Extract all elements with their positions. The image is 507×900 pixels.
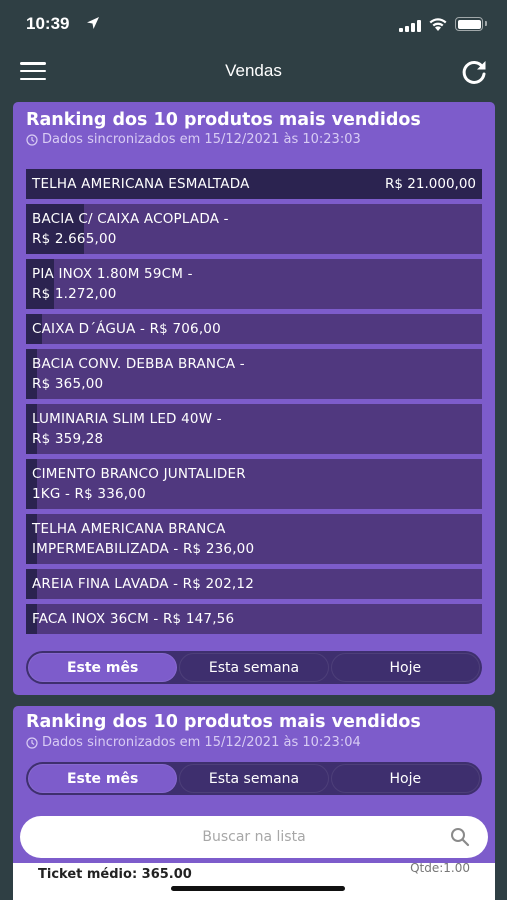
item-name: CAIXA D´ÁGUA - R$ 706,00 [32,321,221,337]
nav-bar: Vendas [0,50,507,96]
card-title: Ranking dos 10 produtos mais vendidos [26,110,421,130]
item-name: TELHA AMERICANA ESMALTADA [32,176,250,192]
ranking-card-list: Ranking dos 10 produtos mais vendidos Da… [13,706,495,900]
sync-info: Dados sincronizados em 15/12/2021 às 10:… [26,735,361,750]
status-bar: 10:39 [0,0,507,50]
cellular-signal-icon [399,19,421,32]
result-panel: Ticket médio: 365.00 Qtde:1.00 [13,861,495,900]
quantity-label: Qtde:1.00 [410,861,470,875]
tab-este-mes[interactable]: Este mês [28,764,178,793]
clock-icon [26,736,38,749]
item-price: R$ 365,00 [32,376,104,392]
ranking-card-top10: Ranking dos 10 produtos mais vendidos Da… [13,102,495,695]
tab-este-mes[interactable]: Este mês [28,653,178,682]
item-price: R$ 359,28 [32,431,104,447]
clock-icon [26,133,38,146]
item-price: R$ 21.000,00 [385,176,476,192]
item-price: 1KG - R$ 336,00 [32,486,146,502]
list-item[interactable]: TELHA AMERICANA BRANCA IMPERMEABILIZADA -… [26,514,482,564]
list-item[interactable]: LUMINARIA SLIM LED 40W - R$ 359,28 [26,404,482,454]
page-title: Vendas [225,61,282,80]
card-title: Ranking dos 10 produtos mais vendidos [26,712,421,732]
refresh-icon[interactable] [459,58,489,86]
sync-info: Dados sincronizados em 15/12/2021 às 10:… [26,132,361,147]
list-item[interactable]: BACIA C/ CAIXA ACOPLADA - R$ 2.665,00 [26,204,482,254]
list-item[interactable]: PIA INOX 1.80M 59CM - R$ 1.272,00 [26,259,482,309]
item-name: PIA INOX 1.80M 59CM - [32,266,193,282]
tab-hoje[interactable]: Hoje [330,764,480,793]
item-price: R$ 2.665,00 [32,231,117,247]
period-segmented-control: Este mês Esta semana Hoje [26,762,482,795]
search-input[interactable] [64,829,444,845]
search-bar [20,816,488,858]
item-name: BACIA C/ CAIXA ACOPLADA - [32,211,229,227]
item-name: LUMINARIA SLIM LED 40W - [32,411,222,427]
list-item[interactable]: CIMENTO BRANCO JUNTALIDER 1KG - R$ 336,00 [26,459,482,509]
item-price: R$ 1.272,00 [32,286,117,302]
status-time: 10:39 [26,14,70,33]
list-item[interactable]: TELHA AMERICANA ESMALTADA R$ 21.000,00 [26,169,482,199]
ticket-medio: Ticket médio: 365.00 [38,867,192,882]
tab-hoje[interactable]: Hoje [330,653,480,682]
battery-icon [455,17,487,31]
item-name: FACA INOX 36CM - R$ 147,56 [32,611,235,627]
ranking-list: TELHA AMERICANA ESMALTADA R$ 21.000,00 B… [26,169,482,639]
item-price: IMPERMEABILIZADA - R$ 236,00 [32,541,255,557]
tab-esta-semana[interactable]: Esta semana [179,764,329,793]
home-indicator[interactable] [171,886,345,891]
list-item[interactable]: CAIXA D´ÁGUA - R$ 706,00 [26,314,482,344]
period-segmented-control: Este mês Esta semana Hoje [26,651,482,684]
location-arrow-icon [87,17,99,29]
tab-esta-semana[interactable]: Esta semana [179,653,329,682]
sync-text: Dados sincronizados em 15/12/2021 às 10:… [42,735,361,750]
list-item[interactable]: FACA INOX 36CM - R$ 147,56 [26,604,482,634]
sync-text: Dados sincronizados em 15/12/2021 às 10:… [42,132,361,147]
item-name: AREIA FINA LAVADA - R$ 202,12 [32,576,254,592]
list-item[interactable]: AREIA FINA LAVADA - R$ 202,12 [26,569,482,599]
item-name: BACIA CONV. DEBBA BRANCA - [32,356,245,372]
wifi-icon [429,18,447,31]
list-item[interactable]: BACIA CONV. DEBBA BRANCA - R$ 365,00 [26,349,482,399]
item-name: TELHA AMERICANA BRANCA [32,521,226,537]
search-icon[interactable] [450,827,470,847]
item-name: CIMENTO BRANCO JUNTALIDER [32,466,246,482]
